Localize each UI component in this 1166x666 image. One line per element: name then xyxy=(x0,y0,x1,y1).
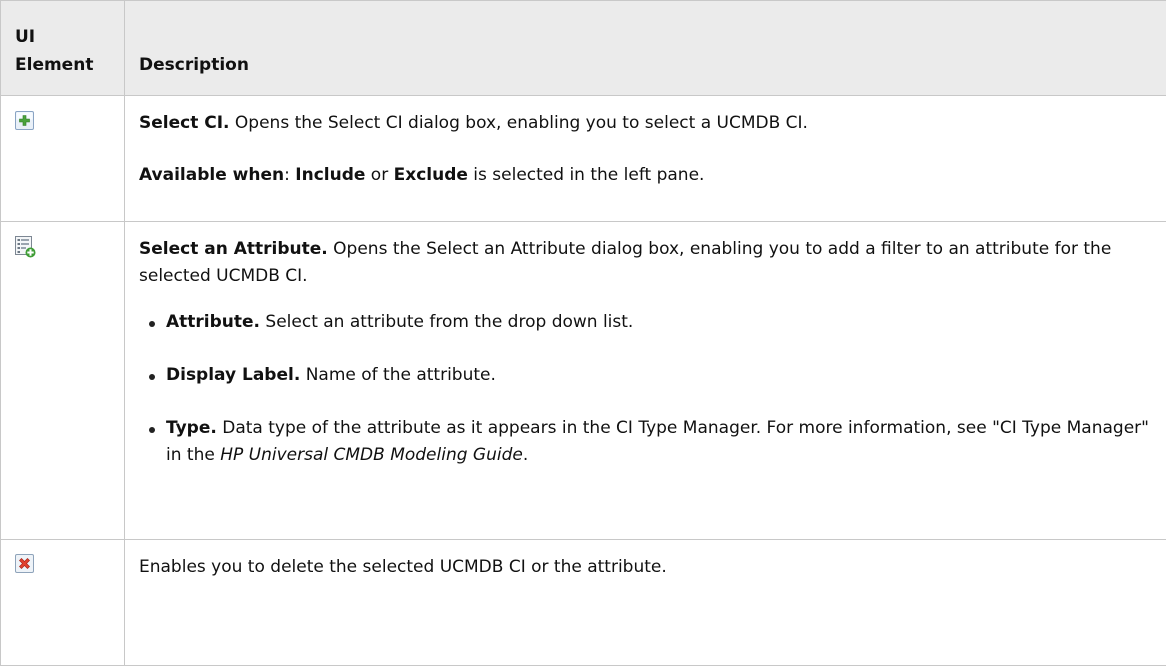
description-cell: Select an Attribute. Opens the Select an… xyxy=(125,222,1166,540)
list-item: Attribute. Select an attribute from the … xyxy=(139,309,1152,336)
icon-cell xyxy=(1,540,125,666)
delete-icon xyxy=(15,554,34,573)
description-cell: Enables you to delete the selected UCMDB… xyxy=(125,540,1166,666)
ui-element-table: UI Element Description Select CI. Opens … xyxy=(0,0,1166,666)
icon-cell xyxy=(1,222,125,540)
select-attribute-description: Select an Attribute. Opens the Select an… xyxy=(139,222,1152,290)
icon-cell xyxy=(1,96,125,222)
header-description: Description xyxy=(125,1,1166,96)
table-row: Select an Attribute. Opens the Select an… xyxy=(1,222,1166,540)
delete-description: Enables you to delete the selected UCMDB… xyxy=(139,540,1152,581)
table-row: Select CI. Opens the Select CI dialog bo… xyxy=(1,96,1166,222)
select-attribute-icon xyxy=(15,236,36,258)
table-header-row: UI Element Description xyxy=(1,1,1166,96)
list-item: Type. Data type of the attribute as it a… xyxy=(139,415,1152,469)
availability-note: Available when: Include or Exclude is se… xyxy=(139,162,1152,189)
add-icon xyxy=(15,111,34,130)
header-ui-element: UI Element xyxy=(1,1,125,96)
attribute-field-list: Attribute. Select an attribute from the … xyxy=(139,309,1152,469)
list-item: Display Label. Name of the attribute. xyxy=(139,362,1152,389)
table-row: Enables you to delete the selected UCMDB… xyxy=(1,540,1166,666)
description-cell: Select CI. Opens the Select CI dialog bo… xyxy=(125,96,1166,222)
select-ci-description: Select CI. Opens the Select CI dialog bo… xyxy=(139,96,1152,137)
